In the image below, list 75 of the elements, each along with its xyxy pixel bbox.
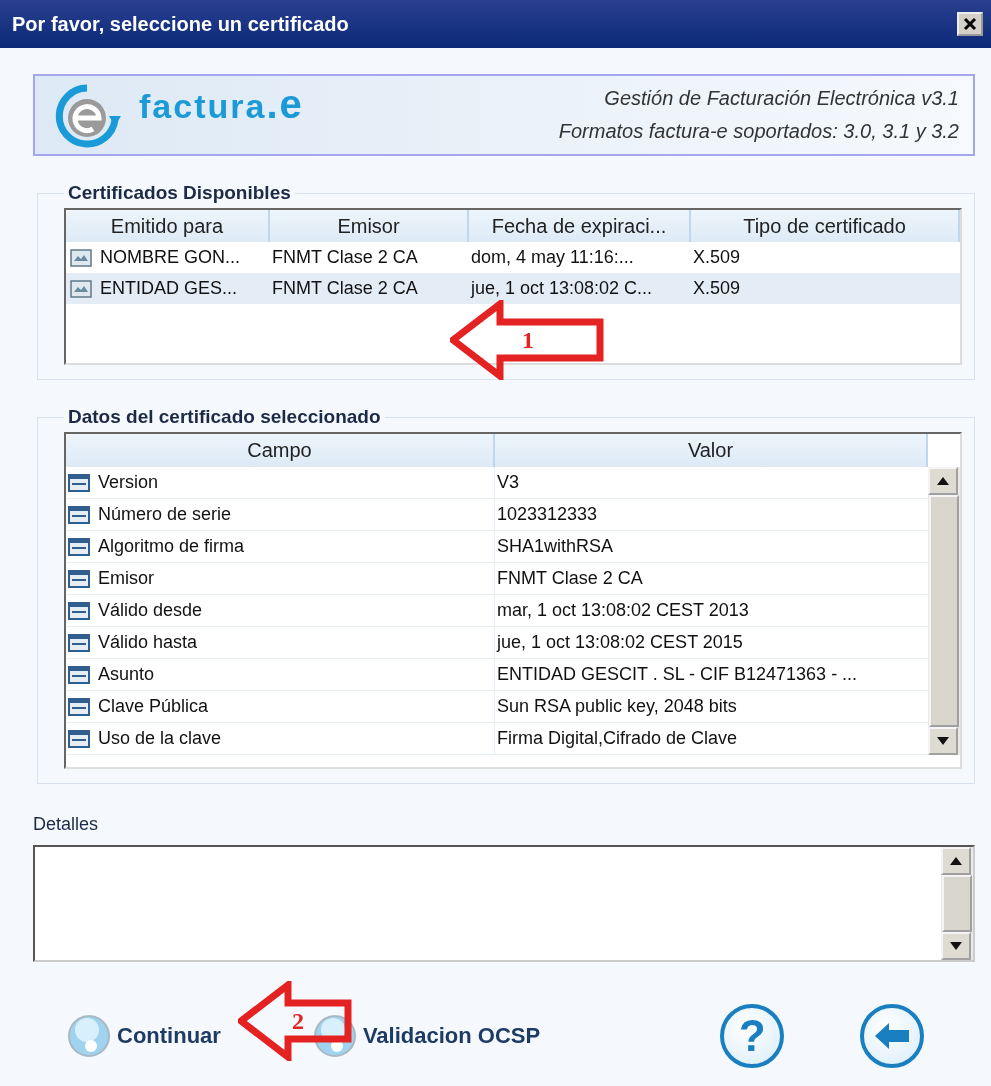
field-value: jue, 1 oct 13:08:02 CEST 2015 <box>495 631 744 654</box>
action-button[interactable]: Validacion OCSP <box>312 1014 541 1058</box>
certificate-icon <box>70 279 92 298</box>
field-value: 1023312333 <box>496 503 599 526</box>
certificate-icon <box>70 248 92 267</box>
scroll-down-button[interactable] <box>928 727 958 755</box>
close-button[interactable] <box>957 12 983 36</box>
scroll-down-button[interactable] <box>941 932 971 960</box>
field-value: V3 <box>496 471 521 494</box>
certificate-row[interactable]: ENTIDAD GES... FNMT Clase 2 CA jue, 1 oct 13:08:02 C... X.509 <box>66 273 960 304</box>
annotation-number: 1 <box>522 328 534 352</box>
annotation-number: 2 <box>292 1009 304 1033</box>
field-icon <box>68 505 90 524</box>
group-title: Datos del certificado seleccionado <box>67 406 382 428</box>
app-version-text: Gestión de Facturación Electrónica v3.1 <box>604 87 959 110</box>
column-header[interactable]: Tipo de certificado <box>691 210 960 242</box>
formats-text: Formatos factura-e soportados: 3.0, 3.1 y 3.2 <box>558 120 959 143</box>
scroll-up-button[interactable] <box>928 467 958 495</box>
field-icon <box>68 665 90 684</box>
field-name: Uso de la clave <box>98 728 222 749</box>
scroll-thumb[interactable] <box>929 495 959 727</box>
field-name: Válido desde <box>98 600 203 621</box>
certificate-row[interactable]: NOMBRE GON... FNMT Clase 2 CA dom, 4 may 11:16:... X.509 <box>66 242 960 273</box>
close-icon <box>963 17 977 31</box>
help-button[interactable]: ? <box>720 1004 785 1068</box>
table-cell-text: X.509 <box>692 277 742 300</box>
field-value: Firma Digital,Cifrado de Clave <box>496 727 739 750</box>
table-cell-text: FNMT Clase 2 CA <box>271 246 419 269</box>
table-cell-text: FNMT Clase 2 CA <box>271 277 419 300</box>
details-field[interactable] <box>33 845 975 962</box>
table-cell-text: X.509 <box>692 246 742 269</box>
bubble-icon <box>312 1014 357 1058</box>
column-header[interactable]: Campo <box>66 434 495 467</box>
scroll-up-button[interactable] <box>941 847 971 875</box>
field-name: Asunto <box>98 664 155 685</box>
table-cell: NOMBRE GON... <box>100 247 240 268</box>
field-name: Número de serie <box>98 504 232 525</box>
field-name: Clave Pública <box>98 696 209 717</box>
action-button[interactable]: Continuar <box>67 1014 221 1058</box>
scroll-down-icon <box>937 737 949 745</box>
field-icon <box>68 569 90 588</box>
details-label: Detalles <box>33 814 100 835</box>
field-value: ENTIDAD GESCIT . SL - CIF B12471363 - ... <box>496 663 859 686</box>
scrollbar[interactable] <box>941 847 973 960</box>
scroll-down-icon <box>950 942 962 950</box>
field-value: SHA1withRSA <box>496 535 615 558</box>
table-cell: ENTIDAD GES... <box>100 278 238 299</box>
column-header[interactable]: Valor <box>495 434 928 467</box>
field-icon <box>68 729 90 748</box>
field-icon <box>68 633 90 652</box>
column-header[interactable]: Emitido para <box>66 210 270 242</box>
field-value: Sun RSA public key, 2048 bits <box>496 695 738 718</box>
column-header[interactable]: Emisor <box>270 210 469 242</box>
table-cell-text: jue, 1 oct 13:08:02 C... <box>469 277 654 300</box>
scroll-up-icon <box>950 857 962 865</box>
field-value: mar, 1 oct 13:08:02 CEST 2013 <box>496 599 750 622</box>
field-name: Válido hasta <box>98 632 198 653</box>
field-name: Emisor <box>98 568 154 589</box>
field-value: FNMT Clase 2 CA <box>496 567 644 590</box>
scroll-thumb[interactable] <box>942 875 972 932</box>
field-icon <box>68 601 90 620</box>
field-icon <box>68 697 90 716</box>
group-title: Certificados Disponibles <box>67 182 292 204</box>
left-arrow-icon <box>873 1021 912 1051</box>
field-icon <box>68 537 90 556</box>
table-cell-text: dom, 4 may 11:16:... <box>470 246 635 269</box>
field-icon <box>68 473 90 492</box>
scrollbar[interactable] <box>928 467 960 755</box>
window-title: Por favor, seleccione un certificado <box>12 12 349 36</box>
bubble-icon <box>67 1014 111 1058</box>
logo-text: factura.e <box>139 82 304 127</box>
field-name: Algoritmo de firma <box>98 536 245 557</box>
scroll-up-icon <box>937 477 949 485</box>
column-header[interactable]: Fecha de expiraci... <box>469 210 691 242</box>
field-name: Version <box>98 472 159 493</box>
